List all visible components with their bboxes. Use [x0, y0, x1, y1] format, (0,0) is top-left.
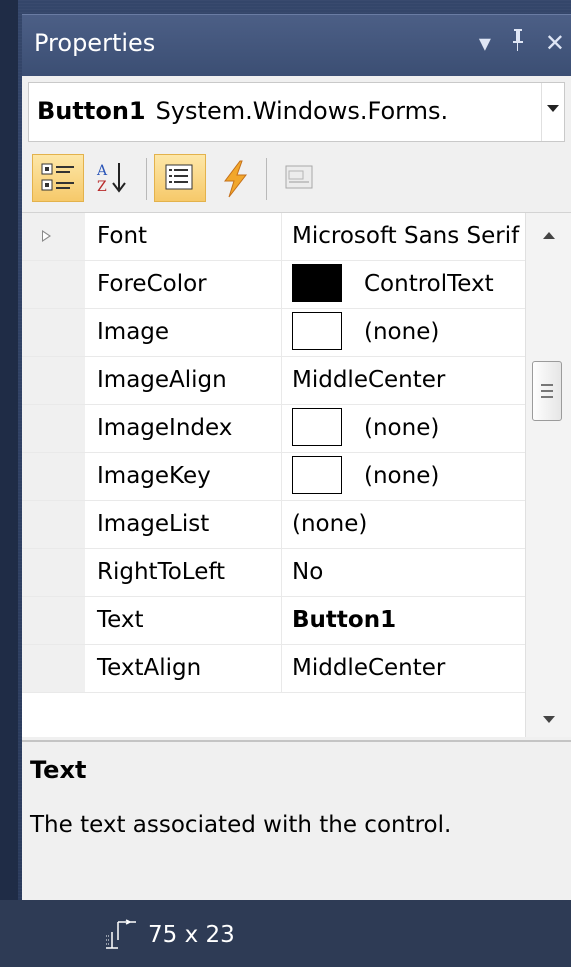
row-gutter: [22, 405, 85, 452]
property-value[interactable]: (none): [282, 309, 526, 356]
property-value-text: (none): [364, 415, 440, 441]
property-value[interactable]: MiddleCenter: [282, 357, 526, 404]
property-name: TextAlign: [85, 645, 282, 692]
property-value[interactable]: (none): [282, 453, 526, 500]
properties-panel: Button1 System.Windows.Forms. A Z Font M…: [22, 76, 571, 902]
property-name: ImageIndex: [85, 405, 282, 452]
row-gutter: [22, 597, 85, 644]
property-value[interactable]: (none): [282, 405, 526, 452]
property-pages-icon: [285, 165, 313, 189]
row-gutter: [22, 501, 85, 548]
property-value-text: Button1: [292, 607, 397, 633]
dropdown-icon[interactable]: ▾: [479, 27, 491, 61]
expand-arrow-icon[interactable]: [42, 230, 51, 242]
row-gutter: [22, 549, 85, 596]
scroll-thumb[interactable]: [532, 361, 562, 421]
categorized-icon: [41, 163, 74, 191]
image-swatch: [292, 407, 342, 446]
property-value-text: (none): [364, 319, 440, 345]
property-row-textalign[interactable]: TextAlign MiddleCenter: [22, 645, 526, 693]
description-text: The text associated with the control.: [30, 812, 452, 838]
toolbar-separator: [266, 158, 267, 200]
property-name: ForeColor: [85, 261, 282, 308]
property-value[interactable]: Button1: [282, 597, 526, 644]
property-row-text[interactable]: Text Button1: [22, 597, 526, 645]
object-selector[interactable]: Button1 System.Windows.Forms.: [28, 82, 565, 142]
row-gutter: [22, 645, 85, 692]
size-icon: [106, 919, 136, 949]
property-row-imagelist[interactable]: ImageList (none): [22, 501, 526, 549]
property-row-imagealign[interactable]: ImageAlign MiddleCenter: [22, 357, 526, 405]
image-swatch: [292, 455, 342, 494]
property-row-forecolor[interactable]: ForeColor ControlText: [22, 261, 526, 309]
property-row-font[interactable]: Font Microsoft Sans Serif: [22, 213, 526, 261]
property-grid: Font Microsoft Sans Serif ForeColor Cont…: [22, 212, 571, 737]
property-value[interactable]: Microsoft Sans Serif: [282, 213, 526, 260]
property-value-text: (none): [364, 463, 440, 489]
title-buttons: ▾ ✕: [479, 27, 565, 61]
property-value[interactable]: No: [282, 549, 526, 596]
properties-toolbar: A Z: [22, 148, 571, 212]
property-name: Text: [85, 597, 282, 644]
properties-button[interactable]: [154, 154, 206, 202]
svg-text:A: A: [96, 163, 108, 179]
property-name: ImageList: [85, 501, 282, 548]
categorized-button[interactable]: [32, 154, 84, 202]
property-value[interactable]: MiddleCenter: [282, 645, 526, 692]
alphabetical-button[interactable]: A Z: [88, 154, 140, 202]
object-name: Button1: [37, 97, 146, 125]
property-value[interactable]: ControlText: [282, 261, 526, 308]
row-gutter: [22, 213, 85, 260]
image-swatch: [292, 311, 342, 350]
selected-object: Button1 System.Windows.Forms.: [37, 97, 448, 125]
pin-icon[interactable]: [509, 27, 527, 61]
object-type: System.Windows.Forms.: [155, 97, 449, 125]
alphabetical-icon: A Z: [96, 163, 126, 195]
row-gutter: [22, 357, 85, 404]
property-row-imagekey[interactable]: ImageKey (none): [22, 453, 526, 501]
row-gutter: [22, 453, 85, 500]
scroll-down-icon[interactable]: [543, 716, 555, 723]
description-title: Text: [30, 756, 87, 784]
property-row-righttoleft[interactable]: RightToLeft No: [22, 549, 526, 597]
properties-icon: [165, 164, 193, 190]
object-selector-dropdown[interactable]: [541, 83, 564, 141]
status-bar: 75 x 23: [0, 900, 571, 967]
left-edge: [0, 0, 18, 967]
svg-text:Z: Z: [97, 179, 107, 195]
close-icon[interactable]: ✕: [545, 27, 565, 61]
property-value-text: ControlText: [364, 271, 494, 297]
control-size: 75 x 23: [148, 922, 235, 948]
property-pages-button[interactable]: [274, 154, 326, 202]
property-name: Image: [85, 309, 282, 356]
row-gutter: [22, 309, 85, 356]
property-value[interactable]: (none): [282, 501, 526, 548]
property-name: Font: [85, 213, 282, 260]
scroll-up-icon[interactable]: [543, 232, 555, 239]
panel-title: Properties: [34, 29, 156, 57]
toolbar-separator: [146, 158, 147, 200]
property-name: RightToLeft: [85, 549, 282, 596]
property-row-image[interactable]: Image (none): [22, 309, 526, 357]
events-icon: [224, 160, 248, 198]
property-name: ImageAlign: [85, 357, 282, 404]
properties-title-bar[interactable]: Properties ▾ ✕: [22, 14, 571, 77]
property-row-imageindex[interactable]: ImageIndex (none): [22, 405, 526, 453]
vertical-scrollbar[interactable]: [525, 213, 571, 737]
events-button[interactable]: [210, 154, 262, 202]
row-gutter: [22, 261, 85, 308]
property-name: ImageKey: [85, 453, 282, 500]
description-pane: Text The text associated with the contro…: [22, 740, 571, 902]
chevron-down-icon: [547, 105, 559, 112]
color-swatch: [292, 263, 342, 302]
